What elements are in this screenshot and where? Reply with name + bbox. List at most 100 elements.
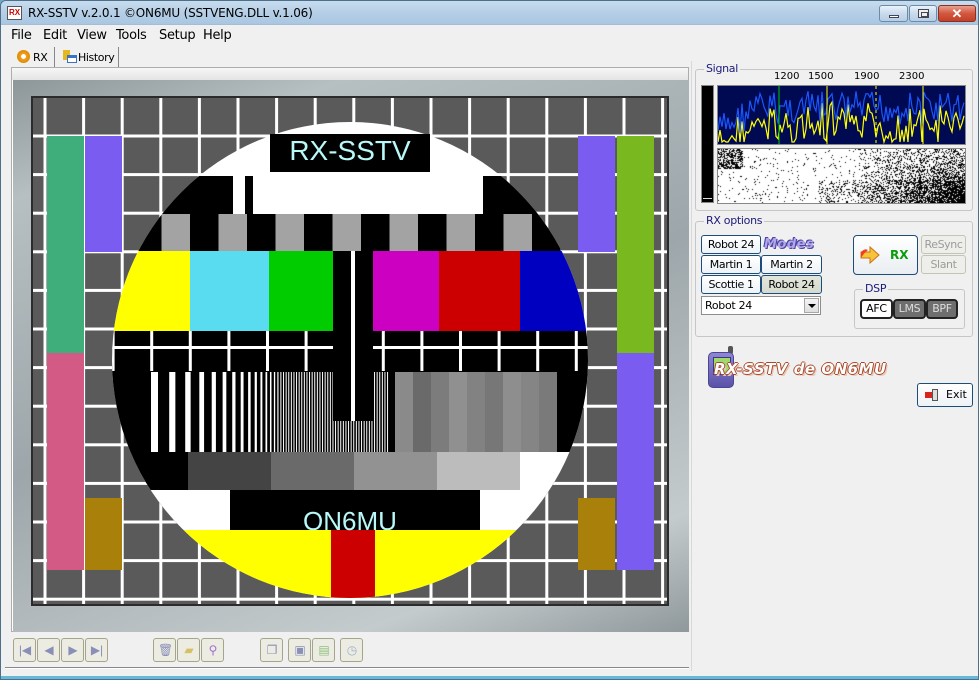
chevron-down-icon[interactable]: [804, 298, 819, 313]
rx-start-button[interactable]: RX: [853, 235, 918, 275]
next-icon: ▶: [68, 643, 78, 657]
freq-label-2300: 2300: [899, 71, 925, 82]
lms-toggle[interactable]: LMS: [893, 299, 926, 319]
menu-bar: File Edit View Tools Setup Help: [1, 25, 978, 45]
maximize-icon: [918, 9, 929, 18]
mode-button-scottie1[interactable]: Scottie 1: [701, 275, 761, 294]
brand-text: RX-SSTV de ON6MU: [714, 360, 887, 378]
exit-button[interactable]: Exit: [917, 383, 973, 407]
tab-rx-label: RX: [33, 51, 48, 64]
auto-save-button[interactable]: ◷: [340, 638, 363, 662]
close-button[interactable]: ✕: [938, 5, 976, 22]
magnifier-icon: ⚲: [208, 643, 218, 657]
mode-button-robot24[interactable]: Robot 24: [701, 235, 761, 254]
floppy-icon: ▣: [294, 643, 306, 657]
spectrum-graph: [718, 86, 965, 144]
waterfall-canvas: [718, 149, 965, 203]
side-color-bar: [85, 136, 122, 252]
freq-label-1200: 1200: [774, 71, 800, 82]
last-icon: ▶|: [90, 643, 104, 657]
minimize-button[interactable]: [879, 5, 908, 22]
copy-icon: ❐: [266, 643, 278, 657]
save-multiple-icon: ▤: [318, 643, 330, 657]
menu-help[interactable]: Help: [203, 28, 232, 43]
freq-label-1500: 1500: [808, 71, 834, 82]
tab-history[interactable]: History: [59, 47, 119, 67]
resync-button[interactable]: ReSync: [921, 235, 966, 254]
sstv-image[interactable]: RX-SSTV ON6MU: [31, 96, 669, 606]
mode-select-value: Robot 24: [705, 299, 752, 312]
mode-button-robot24-active[interactable]: Robot 24: [761, 275, 822, 294]
image-caption-top: RX-SSTV: [289, 135, 411, 166]
save-button[interactable]: ▣: [288, 638, 311, 662]
color-bar: [439, 251, 520, 331]
gray-step: [437, 452, 520, 490]
side-color-bar: [85, 498, 122, 570]
mode-button-martin2[interactable]: Martin 2: [761, 255, 822, 274]
close-icon: ✕: [951, 6, 963, 21]
side-color-bar: [47, 353, 84, 570]
prev-icon: ◀: [44, 643, 54, 657]
copy-button[interactable]: ❐: [260, 638, 283, 662]
dsp-legend: DSP: [863, 282, 889, 295]
rx-arrow-icon: [860, 245, 880, 265]
image-caption-bottom: ON6MU: [303, 506, 397, 536]
tab-bar: RX History: [1, 45, 691, 67]
save-all-button[interactable]: ▤: [312, 638, 335, 662]
mode-button-martin1[interactable]: Martin 1: [701, 255, 761, 274]
app-window: RX RX-SSTV v.2.0.1 ©ON6MU (SSTVENG.DLL v…: [0, 0, 979, 680]
folder-icon: ▰: [184, 643, 194, 657]
side-color-bar: [617, 136, 654, 353]
gear-icon: [17, 50, 30, 63]
brand-logo: RX-SSTV de ON6MU: [706, 346, 906, 390]
first-icon: |◀: [18, 643, 32, 657]
menu-tools[interactable]: Tools: [116, 28, 147, 43]
history-icon: [63, 50, 77, 63]
image-toolbar: |◀ ◀ ▶ ▶| 🗑 ▰ ⚲ ❐ ▣ ▤ ◷: [1, 635, 691, 667]
minimize-icon: [889, 15, 899, 18]
rx-button-label: RX: [890, 248, 909, 262]
trash-icon: 🗑: [158, 643, 174, 657]
prev-image-button[interactable]: ◀: [37, 638, 60, 662]
waterfall-display[interactable]: [717, 148, 966, 204]
signal-level-meter: [701, 85, 714, 203]
afc-toggle[interactable]: AFC: [860, 299, 893, 319]
title-bar: RX RX-SSTV v.2.0.1 ©ON6MU (SSTVENG.DLL v…: [1, 1, 978, 25]
test-pattern: RX-SSTV ON6MU: [33, 98, 667, 604]
slant-button[interactable]: Slant: [921, 255, 966, 274]
gray-step: [271, 452, 354, 490]
first-image-button[interactable]: |◀: [13, 638, 36, 662]
side-color-bar: [578, 136, 615, 252]
last-image-button[interactable]: ▶|: [85, 638, 108, 662]
gray-step: [188, 452, 271, 490]
side-color-bar: [617, 353, 654, 570]
modes-logo: Modes: [764, 237, 815, 252]
signal-legend: Signal: [704, 62, 740, 75]
exit-door-icon: [925, 389, 939, 401]
tab-history-label: History: [78, 51, 115, 64]
menu-view[interactable]: View: [77, 28, 107, 43]
window-title: RX-SSTV v.2.0.1 ©ON6MU (SSTVENG.DLL v.1.…: [28, 6, 313, 20]
open-folder-button[interactable]: ▰: [177, 638, 200, 662]
next-image-button[interactable]: ▶: [61, 638, 84, 662]
menu-setup[interactable]: Setup: [159, 28, 196, 43]
exit-label: Exit: [946, 388, 967, 401]
gray-step: [354, 452, 437, 490]
menu-edit[interactable]: Edit: [43, 28, 67, 43]
side-color-bar: [578, 498, 615, 570]
spectrum-display[interactable]: [717, 85, 966, 145]
zoom-button[interactable]: ⚲: [201, 638, 224, 662]
tab-rx[interactable]: RX: [13, 47, 55, 67]
bpf-toggle[interactable]: BPF: [926, 299, 958, 319]
side-color-bar: [47, 136, 84, 353]
monitor-frame: RX-SSTV ON6MU: [13, 80, 689, 632]
menu-file[interactable]: File: [11, 28, 32, 43]
maximize-button[interactable]: [909, 5, 937, 22]
color-bar: [190, 251, 269, 331]
rx-options-legend: RX options: [704, 214, 765, 227]
auto-save-icon: ◷: [346, 643, 358, 657]
mode-select[interactable]: Robot 24: [701, 296, 821, 315]
app-icon[interactable]: RX: [7, 6, 22, 20]
delete-button[interactable]: 🗑: [153, 638, 176, 662]
received-image-panel: RX-SSTV ON6MU: [11, 67, 689, 632]
